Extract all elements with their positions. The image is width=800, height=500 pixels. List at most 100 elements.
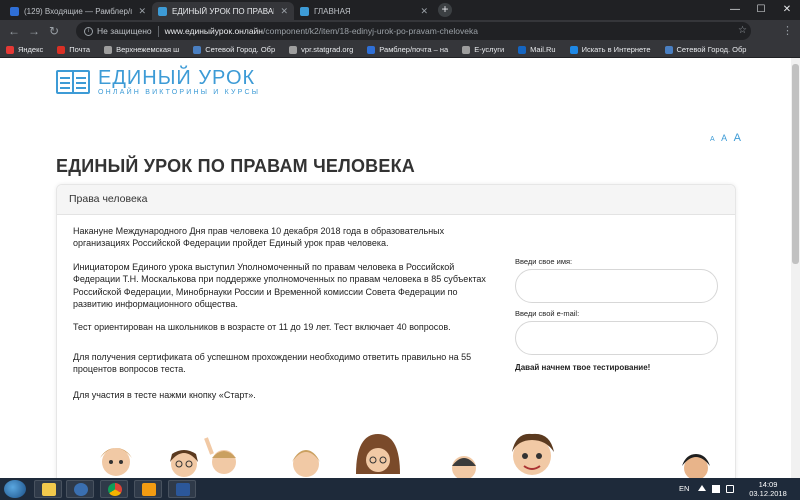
bookmark-favicon-icon <box>664 45 673 54</box>
bookmark-label: Почта <box>69 45 91 54</box>
bookmark-favicon-icon <box>193 45 202 54</box>
tab-title: (129) Входящие — Рамблер/почта <box>24 6 133 16</box>
taskbar-explorer[interactable] <box>34 480 62 498</box>
bookmark-item[interactable]: Сетевой Город. Обр <box>193 45 275 54</box>
page-title: ЕДИНЫЙ УРОК ПО ПРАВАМ ЧЕЛОВЕКА <box>56 156 415 176</box>
system-clock[interactable]: 14:09 03.12.2018 <box>742 480 794 498</box>
taskbar-media-player[interactable] <box>66 480 94 498</box>
bookmark-label: Искать в Интернете <box>581 45 651 54</box>
app-h-icon <box>142 483 156 496</box>
email-input[interactable] <box>515 321 718 355</box>
bookmark-item[interactable]: Сетевой Город. Обр <box>664 45 746 54</box>
bookmark-favicon-icon <box>57 45 66 54</box>
font-size-large[interactable]: A <box>734 132 741 144</box>
bookmark-favicon-icon <box>367 45 376 54</box>
security-status: Не защищено <box>97 26 152 36</box>
bookmark-item[interactable]: Почта <box>57 45 90 54</box>
logo-title: ЕДИНЫЙ УРОК <box>98 67 256 89</box>
bookmark-label: Рамблер/почта – на <box>379 45 449 54</box>
tab-close-icon[interactable]: ✕ <box>280 6 288 17</box>
tab-close-icon[interactable]: ✕ <box>420 6 428 17</box>
close-window-button[interactable]: ✕ <box>774 0 800 20</box>
child-figure-2 <box>170 450 198 477</box>
tab-close-icon[interactable]: ✕ <box>138 6 146 17</box>
bookmark-item[interactable]: Mail.Ru <box>518 45 556 54</box>
cartoon-children-illustration <box>100 433 710 478</box>
taskbar-app-h[interactable] <box>134 480 162 498</box>
bookmark-item[interactable]: Яндекс <box>6 45 43 54</box>
maximize-button[interactable]: ☐ <box>748 0 774 20</box>
paragraph-line: развитию информационного общества. <box>73 298 238 309</box>
bookmark-label: Яндекс <box>18 45 44 54</box>
bookmark-item[interactable]: Рамблер/почта – на <box>367 45 448 54</box>
font-size-medium[interactable]: A <box>721 133 727 143</box>
clock-time: 14:09 <box>758 480 778 489</box>
name-label: Введи свое имя: <box>515 257 573 266</box>
folder-icon <box>42 483 56 496</box>
bookmark-label: Е-услуги <box>474 45 505 54</box>
bookmark-label: Mail.Ru <box>530 45 556 54</box>
minimize-button[interactable]: — <box>722 0 748 20</box>
bookmark-star-icon[interactable]: ☆ <box>738 25 747 36</box>
chrome-icon <box>108 483 122 496</box>
child-figure-1 <box>100 448 132 476</box>
tab-edinyj-urok[interactable]: ЕДИНЫЙ УРОК ПО ПРАВАМ ЧЕЛОВЕКА ✕ <box>152 2 294 20</box>
back-arrow-icon[interactable]: ← <box>6 23 22 39</box>
menu-dots-icon[interactable]: ⋮ <box>782 24 793 37</box>
address-bar[interactable]: i Не защищено www.единыйурок.онлайн /com… <box>76 22 751 40</box>
word-icon <box>176 483 190 496</box>
book-logo-icon <box>56 70 90 94</box>
url-path: /component/k2/item/18-edinyj-urok-po-pra… <box>263 26 478 36</box>
tray-up-arrow-icon[interactable] <box>698 485 706 491</box>
paragraph-line: Тест ориентирован на школьников в возрас… <box>73 322 451 332</box>
bookmark-label: Верхнежемская ш <box>116 45 180 54</box>
media-player-icon <box>74 483 88 496</box>
name-input[interactable] <box>515 269 718 303</box>
tab-title: ЕДИНЫЙ УРОК ПО ПРАВАМ ЧЕЛОВЕКА <box>172 6 274 16</box>
site-favicon-icon <box>158 6 167 16</box>
paragraph-line: Российской Федерации, Минобрнауки России… <box>73 286 458 297</box>
logo-subtitle: ОНЛАЙН ВИКТОРИНЫ И КУРСЫ <box>98 89 261 96</box>
paragraph-line: Инициатором Единого урока выступил Уполн… <box>73 262 455 272</box>
child-figure-7 <box>512 433 554 475</box>
bookmark-item[interactable]: Верхнежемская ш <box>104 45 179 54</box>
paragraph-line: процентов вопросов теста. <box>73 364 186 375</box>
bookmark-item[interactable]: vpr.statgrad.org <box>289 45 353 54</box>
tab-glavnaya[interactable]: ГЛАВНАЯ ✕ <box>294 2 434 20</box>
paragraph-line: организациях Российской Федерации пройде… <box>73 238 389 249</box>
tray-network-icon[interactable] <box>712 485 720 493</box>
reload-icon[interactable]: ↻ <box>46 23 62 39</box>
content-paragraph: Накануне Международного Дня прав человек… <box>73 225 513 250</box>
site-logo[interactable]: ЕДИНЫЙ УРОК ОНЛАЙН ВИКТОРИНЫ И КУРСЫ <box>56 68 260 96</box>
taskbar-word[interactable] <box>168 480 196 498</box>
scrollbar-thumb[interactable] <box>792 64 799 264</box>
start-test-prompt: Давай начнем твое тестирование! <box>515 363 651 372</box>
page-scrollbar[interactable] <box>791 58 800 478</box>
keyboard-language[interactable]: EN <box>679 484 689 493</box>
child-figure-3 <box>204 437 236 474</box>
forward-arrow-icon[interactable]: → <box>26 23 42 39</box>
content-paragraph: Инициатором Единого урока выступил Уполн… <box>73 261 513 310</box>
tab-rambler-mail[interactable]: (129) Входящие — Рамблер/почта ✕ <box>4 2 152 20</box>
start-button[interactable] <box>4 480 26 498</box>
bookmark-item[interactable]: Искать в Интернете <box>569 45 651 54</box>
card-title: Права человека <box>69 193 148 205</box>
tab-title: ГЛАВНАЯ <box>314 6 351 16</box>
child-figure-6 <box>452 456 476 478</box>
card-header: Права человека <box>57 185 735 215</box>
taskbar: EN 14:09 03.12.2018 <box>0 478 800 500</box>
new-tab-button[interactable]: + <box>438 3 452 17</box>
tray-volume-icon[interactable] <box>726 485 734 493</box>
bookmark-item[interactable]: Е-услуги <box>462 45 504 54</box>
browser-toolbar: ← → ↻ i Не защищено www.единыйурок.онлай… <box>0 20 800 42</box>
content-paragraph: Тест ориентирован на школьников в возрас… <box>73 321 513 333</box>
bookmarks-bar: Яндекс Почта Верхнежемская ш Сетевой Город.… <box>0 42 800 58</box>
font-size-small[interactable]: A <box>710 136 715 143</box>
child-figure-4 <box>292 450 320 477</box>
taskbar-chrome[interactable] <box>100 480 128 498</box>
bookmark-label: vpr.statgrad.org <box>301 45 354 54</box>
paragraph-line: Для участия в тесте нажми кнопку «Старт»… <box>73 390 256 400</box>
bookmark-favicon-icon <box>462 45 471 54</box>
paragraph-line: Для получения сертификата об успешном пр… <box>73 352 472 362</box>
info-icon[interactable]: i <box>84 26 93 36</box>
